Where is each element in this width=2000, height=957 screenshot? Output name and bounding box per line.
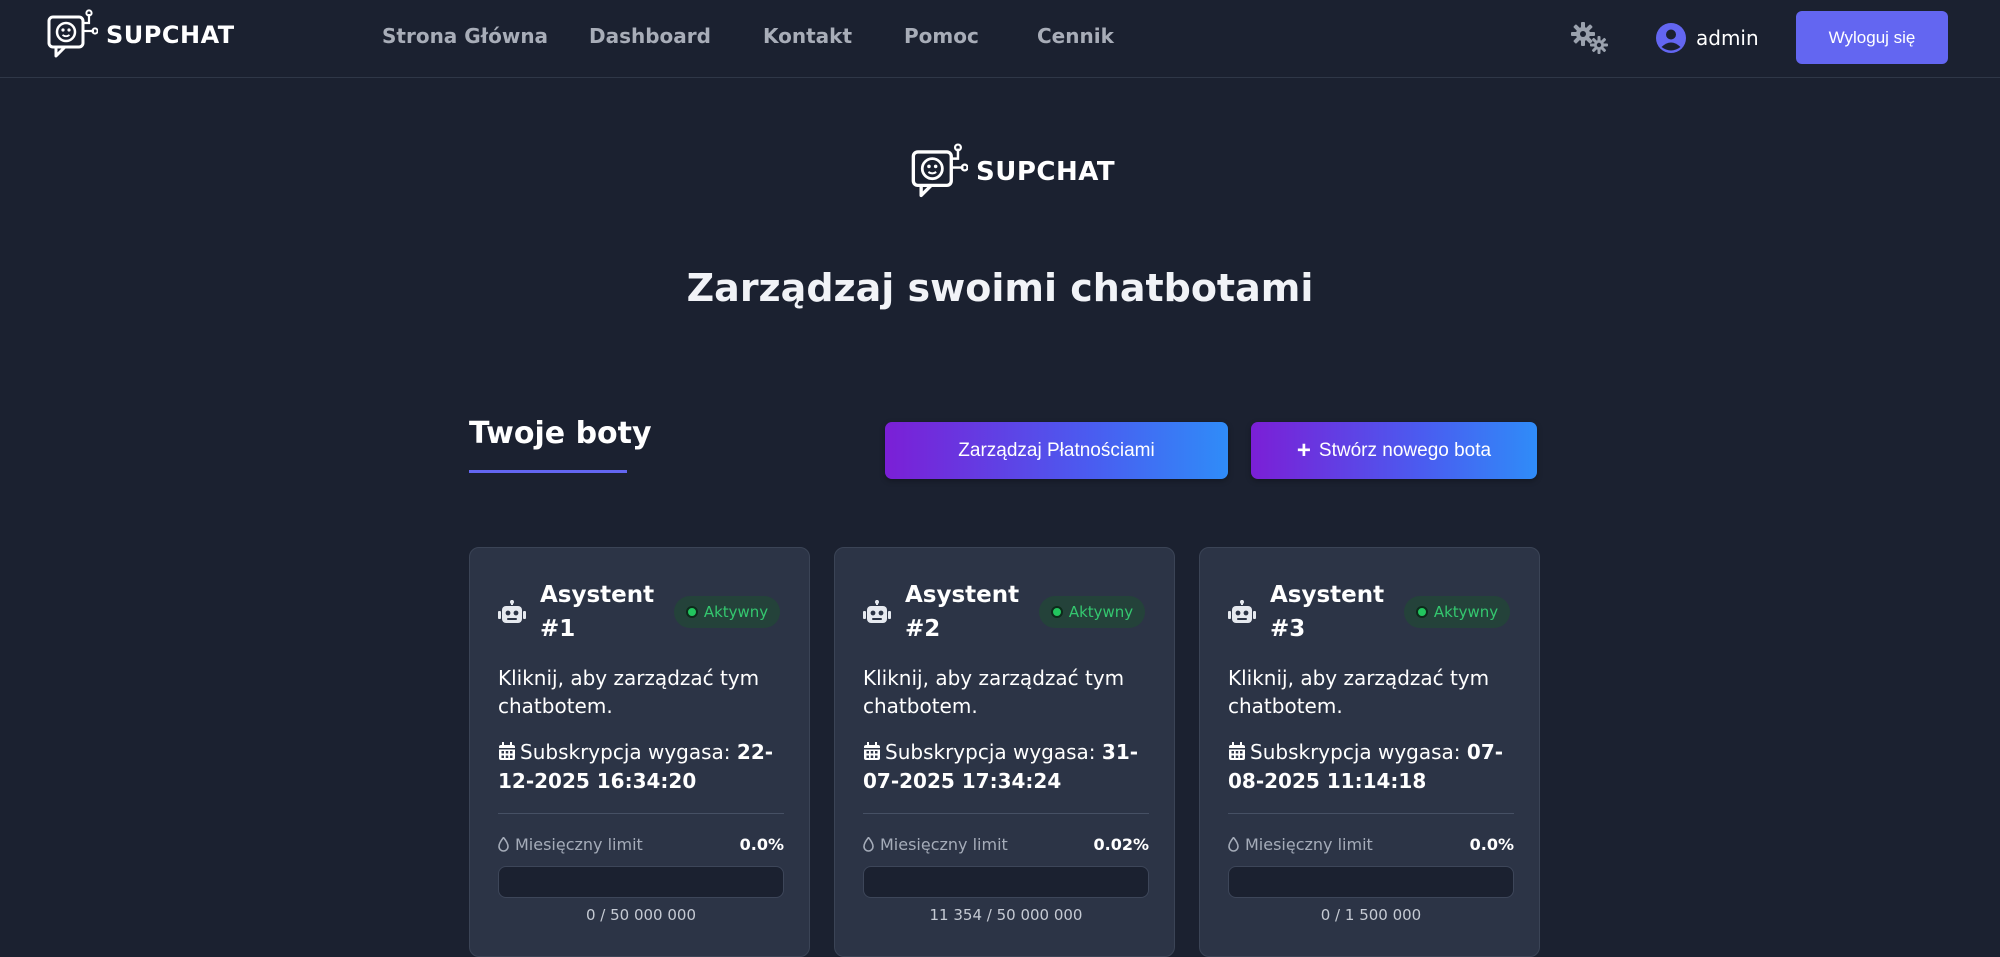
status-dot-icon	[1051, 606, 1063, 618]
status-label: Aktywny	[1434, 603, 1498, 621]
bot-name: Asystent #3	[1270, 578, 1400, 646]
expiry-label: Subskrypcja wygasa:	[1250, 740, 1461, 764]
monthly-limit-label: Miesięczny limit	[863, 835, 1008, 854]
usage-count: 11 354 / 50 000 000	[863, 906, 1149, 924]
drop-icon	[863, 837, 874, 852]
monthly-limit-label: Miesięczny limit	[498, 835, 643, 854]
usage-progress-bar	[498, 866, 784, 898]
create-bot-button[interactable]: + Stwórz nowego bota	[1251, 422, 1537, 479]
limit-percentage: 0.02%	[1093, 835, 1149, 854]
subscription-expiry: Subskrypcja wygasa: 07-08-2025 11:14:18	[1228, 738, 1514, 796]
hero-logo: SUPCHAT	[910, 142, 1115, 202]
monthly-limit-row: Miesięczny limit 0.0%	[1228, 833, 1514, 855]
subscription-expiry: Subskrypcja wygasa: 31-07-2025 17:34:24	[863, 738, 1149, 796]
gears-icon	[1570, 21, 1610, 55]
limit-percentage: 0.0%	[1470, 835, 1514, 854]
bot-name: Asystent #1	[540, 578, 670, 646]
bot-card[interactable]: Asystent #2 Aktywny Kliknij, aby zarządz…	[834, 547, 1175, 957]
nav-link-contact[interactable]: Kontakt	[763, 24, 852, 48]
bot-card[interactable]: Asystent #1 Aktywny Kliknij, aby zarządz…	[469, 547, 810, 957]
calendar-icon	[498, 742, 516, 761]
robot-icon	[498, 600, 526, 626]
robot-icon	[863, 600, 891, 626]
card-divider	[863, 813, 1149, 814]
nav-link-home[interactable]: Strona Główna	[382, 24, 548, 48]
bot-description: Kliknij, aby zarządzać tym chatbotem.	[1228, 664, 1514, 720]
username: admin	[1696, 26, 1759, 50]
user-menu[interactable]: admin	[1656, 20, 1759, 56]
subscription-expiry: Subskrypcja wygasa: 22-12-2025 16:34:20	[498, 738, 784, 796]
hero-brand-name: SUPCHAT	[976, 157, 1115, 187]
manage-payments-button[interactable]: Zarządzaj Płatnościami	[885, 422, 1228, 479]
usage-progress-bar	[863, 866, 1149, 898]
user-circle-icon	[1656, 23, 1686, 53]
limit-label-text: Miesięczny limit	[515, 835, 643, 854]
chatbot-logo-icon	[910, 143, 968, 201]
chatbot-logo-icon	[46, 9, 98, 61]
logout-button[interactable]: Wyloguj się	[1796, 11, 1948, 64]
status-label: Aktywny	[1069, 603, 1133, 621]
drop-icon	[1228, 837, 1239, 852]
nav-link-pricing[interactable]: Cennik	[1037, 24, 1114, 48]
page-title: Zarządzaj swoimi chatbotami	[0, 266, 2000, 310]
card-divider	[498, 813, 784, 814]
status-dot-icon	[1416, 606, 1428, 618]
calendar-icon	[1228, 742, 1246, 761]
section-title: Twoje boty	[469, 416, 652, 451]
expiry-label: Subskrypcja wygasa:	[885, 740, 1096, 764]
bot-card-header: Asystent #1 Aktywny	[498, 578, 784, 648]
monthly-limit-row: Miesięczny limit 0.02%	[863, 833, 1149, 855]
usage-count: 0 / 50 000 000	[498, 906, 784, 924]
card-divider	[1228, 813, 1514, 814]
status-dot-icon	[686, 606, 698, 618]
monthly-limit-label: Miesięczny limit	[1228, 835, 1373, 854]
create-bot-label: Stwórz nowego bota	[1319, 440, 1491, 462]
limit-label-text: Miesięczny limit	[880, 835, 1008, 854]
settings-button[interactable]	[1568, 20, 1612, 56]
bot-card-header: Asystent #2 Aktywny	[863, 578, 1149, 648]
status-label: Aktywny	[704, 603, 768, 621]
top-navbar: SUPCHAT Strona Główna Dashboard Kontakt …	[0, 0, 2000, 78]
limit-label-text: Miesięczny limit	[1245, 835, 1373, 854]
limit-percentage: 0.0%	[740, 835, 784, 854]
nav-link-help[interactable]: Pomoc	[904, 24, 979, 48]
robot-icon	[1228, 600, 1256, 626]
status-badge: Aktywny	[1039, 596, 1145, 628]
usage-count: 0 / 1 500 000	[1228, 906, 1514, 924]
calendar-icon	[863, 742, 881, 761]
brand-logo-link[interactable]: SUPCHAT	[46, 8, 235, 62]
brand-name: SUPCHAT	[106, 21, 235, 49]
bot-description: Kliknij, aby zarządzać tym chatbotem.	[498, 664, 784, 720]
usage-progress-bar	[1228, 866, 1514, 898]
status-badge: Aktywny	[1404, 596, 1510, 628]
bot-card[interactable]: Asystent #3 Aktywny Kliknij, aby zarządz…	[1199, 547, 1540, 957]
bot-name: Asystent #2	[905, 578, 1035, 646]
expiry-label: Subskrypcja wygasa:	[520, 740, 731, 764]
bot-description: Kliknij, aby zarządzać tym chatbotem.	[863, 664, 1149, 720]
plus-icon: +	[1297, 439, 1311, 463]
monthly-limit-row: Miesięczny limit 0.0%	[498, 833, 784, 855]
status-badge: Aktywny	[674, 596, 780, 628]
nav-link-dashboard[interactable]: Dashboard	[589, 24, 711, 48]
bot-card-header: Asystent #3 Aktywny	[1228, 578, 1514, 648]
drop-icon	[498, 837, 509, 852]
section-title-underline	[469, 470, 627, 473]
